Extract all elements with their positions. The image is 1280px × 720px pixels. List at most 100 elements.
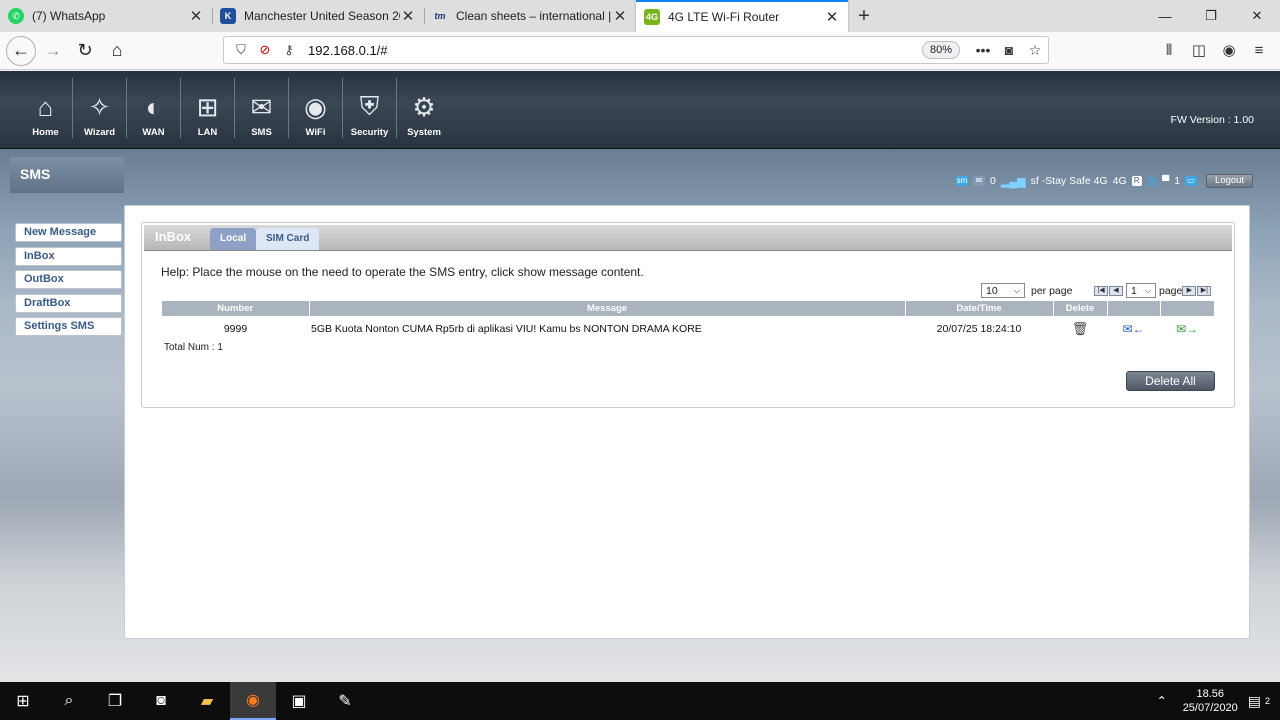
camera-app-icon[interactable]: ◙ <box>138 682 184 720</box>
section-title: SMS <box>10 157 124 193</box>
delete-all-button[interactable]: Delete All <box>1126 371 1215 391</box>
chevron-down-icon: ⌵ <box>1013 285 1020 295</box>
home-icon: ⌂ <box>37 91 54 122</box>
globe-icon: ◍ <box>1146 174 1158 188</box>
insecure-icon[interactable]: ⊘ <box>254 39 276 61</box>
minimize-icon[interactable]: — <box>1142 0 1188 32</box>
sidebar-item-inbox[interactable]: InBox <box>15 246 122 266</box>
delete-icon[interactable]: 🗑 <box>1053 316 1107 342</box>
main-nav: ⌂ Home ✧ Wizard ◐ WAN ⊞ LAN ✉ SMS ◉ WiFi <box>19 78 451 138</box>
shield-icon[interactable]: ⛉ <box>230 39 252 61</box>
sim-icon: sm <box>956 176 968 186</box>
reload-icon[interactable]: ↻ <box>70 36 100 66</box>
sidebar-item-settings-sms[interactable]: Settings SMS <box>15 317 122 336</box>
table-row[interactable]: 9999 5GB Kuota Nonton CUMA Rp5rb di apli… <box>162 316 1214 342</box>
logout-button[interactable]: Logout <box>1206 174 1254 188</box>
maximize-icon[interactable]: ❐ <box>1188 0 1234 32</box>
column-header-datetime: Date/Time <box>905 301 1054 316</box>
page-value: 1 <box>1131 284 1137 297</box>
sidebar-item-draftbox[interactable]: DraftBox <box>15 293 122 313</box>
windows-start-icon[interactable]: ⊞ <box>0 682 46 720</box>
wifi-client-icon: ▀ <box>1162 175 1170 187</box>
nav-wan[interactable]: ◐ WAN <box>127 78 181 138</box>
wifi-client-count: 1 <box>1174 175 1181 187</box>
url-text[interactable]: 192.168.0.1/# <box>308 43 922 58</box>
sidebar-item-outbox[interactable]: OutBox <box>15 270 122 289</box>
nav-home[interactable]: ⌂ Home <box>19 78 73 138</box>
zoom-level[interactable]: 80% <box>921 41 960 59</box>
column-header-number: Number <box>162 301 310 316</box>
last-page-icon[interactable]: ▶| <box>1197 285 1212 296</box>
close-icon[interactable]: ✕ <box>824 8 840 26</box>
file-explorer-icon[interactable]: ▰ <box>184 682 230 720</box>
help-text: Help: Place the mouse on the need to ope… <box>161 265 644 279</box>
close-icon[interactable]: ✕ <box>188 7 204 25</box>
sidebar-icon[interactable]: ◫ <box>1184 36 1214 64</box>
pocket-icon[interactable]: ◙ <box>996 38 1022 62</box>
nav-label: Wizard <box>83 127 116 138</box>
browser-nav-bar: ← → ↻ ⌂ ⛉ ⊘ ⚷ 192.168.0.1/# 80% ••• ◙ ☆ … <box>0 32 1280 70</box>
clock[interactable]: 18.56 25/07/2020 <box>1183 687 1238 715</box>
tab-sim-card[interactable]: SIM Card <box>256 228 320 250</box>
tab-title: 4G LTE Wi-Fi Router <box>668 10 780 24</box>
sidebar-item-new-message[interactable]: New Message <box>15 223 122 242</box>
notification-icon[interactable]: ▤ <box>1248 693 1261 710</box>
first-page-icon[interactable]: |◀ <box>1094 285 1108 296</box>
inbox-panel: InBox Local SIM Card Help: Place the mou… <box>141 222 1235 408</box>
tab-title: Manchester United Season 201 <box>244 9 400 23</box>
nav-sms[interactable]: ✉ SMS <box>235 78 289 138</box>
forward-icon[interactable]: → <box>38 36 68 66</box>
account-icon[interactable]: ◉ <box>1214 36 1244 64</box>
close-window-icon[interactable]: ✕ <box>1234 0 1280 32</box>
content-area: InBox Local SIM Card Help: Place the mou… <box>124 205 1250 639</box>
nav-lan[interactable]: ⊞ LAN <box>181 78 235 138</box>
task-view-icon[interactable]: ❐ <box>92 682 138 720</box>
prev-page-icon[interactable]: ◀ <box>1109 285 1123 296</box>
per-page-value: 10 <box>986 284 998 297</box>
sms-message[interactable]: 5GB Kuota Nonton CUMA Rp5rb di aplikasi … <box>309 316 905 342</box>
window-controls: — ❐ ✕ <box>1142 0 1280 32</box>
forward-icon[interactable]: ✉→ <box>1160 316 1214 342</box>
app-window-icon[interactable]: ▣ <box>276 682 322 720</box>
tab-router[interactable]: 4G 4G LTE Wi-Fi Router ✕ <box>636 0 848 32</box>
nav-wifi[interactable]: ◉ WiFi <box>289 78 343 138</box>
inbox-title: InBox <box>155 229 192 244</box>
tab-whatsapp[interactable]: ✆ (7) WhatsApp ✕ <box>0 0 212 32</box>
search-icon[interactable]: ⌕ <box>46 682 92 720</box>
menu-icon[interactable]: ≡ <box>1244 36 1274 64</box>
browser-tab-strip: ✆ (7) WhatsApp ✕ K Manchester United Sea… <box>0 0 1280 32</box>
reply-icon[interactable]: ✉← <box>1107 316 1160 342</box>
home-icon[interactable]: ⌂ <box>102 36 132 66</box>
library-icon[interactable]: ⫴ <box>1154 36 1184 64</box>
nav-label: LAN <box>197 127 218 138</box>
close-icon[interactable]: ✕ <box>400 7 416 25</box>
close-icon[interactable]: ✕ <box>612 7 628 25</box>
nav-system[interactable]: ⚙ System <box>397 78 451 139</box>
system-icon: ⚙ <box>412 91 436 122</box>
nav-security[interactable]: ⛨ Security <box>343 78 397 138</box>
page-select[interactable]: 1 ⌵ <box>1126 283 1156 298</box>
table-header-row: Number Message Date/Time Delete <box>162 301 1214 316</box>
nav-wizard[interactable]: ✧ Wizard <box>73 78 127 138</box>
more-icon[interactable]: ••• <box>970 38 996 62</box>
firefox-icon[interactable]: ◉ <box>230 682 276 720</box>
tab-manchester[interactable]: K Manchester United Season 201 ✕ <box>212 0 424 32</box>
tab-title: (7) WhatsApp <box>32 9 106 23</box>
status-bar: sm ✉ 0 ▂▄▆ sf -Stay Safe 4G 4G R ◍ ▀ 1 ▭… <box>956 174 1258 188</box>
paint-icon[interactable]: ✎ <box>322 682 368 720</box>
tab-clean-sheets[interactable]: tm Clean sheets – international | T ✕ <box>424 0 636 32</box>
chevron-down-icon: ⌵ <box>1144 285 1151 295</box>
sms-count: 0 <box>990 175 996 187</box>
bookmark-star-icon[interactable]: ☆ <box>1022 38 1048 62</box>
key-icon[interactable]: ⚷ <box>278 39 300 61</box>
sms-datetime: 20/07/25 18:24:10 <box>936 323 1022 335</box>
next-page-icon[interactable]: ▶ <box>1182 285 1197 296</box>
back-icon[interactable]: ← <box>6 35 36 66</box>
url-bar[interactable]: ⛉ ⊘ ⚷ 192.168.0.1/# 80% ••• ◙ ☆ <box>223 36 1049 64</box>
column-header-delete: Delete <box>1053 301 1108 316</box>
chevron-up-icon[interactable]: ⌃ <box>1157 694 1167 708</box>
per-page-select[interactable]: 10 ⌵ <box>981 283 1025 298</box>
new-tab-button[interactable]: + <box>848 0 880 32</box>
sms-number: 9999 <box>223 323 248 335</box>
tab-local[interactable]: Local <box>210 228 257 250</box>
